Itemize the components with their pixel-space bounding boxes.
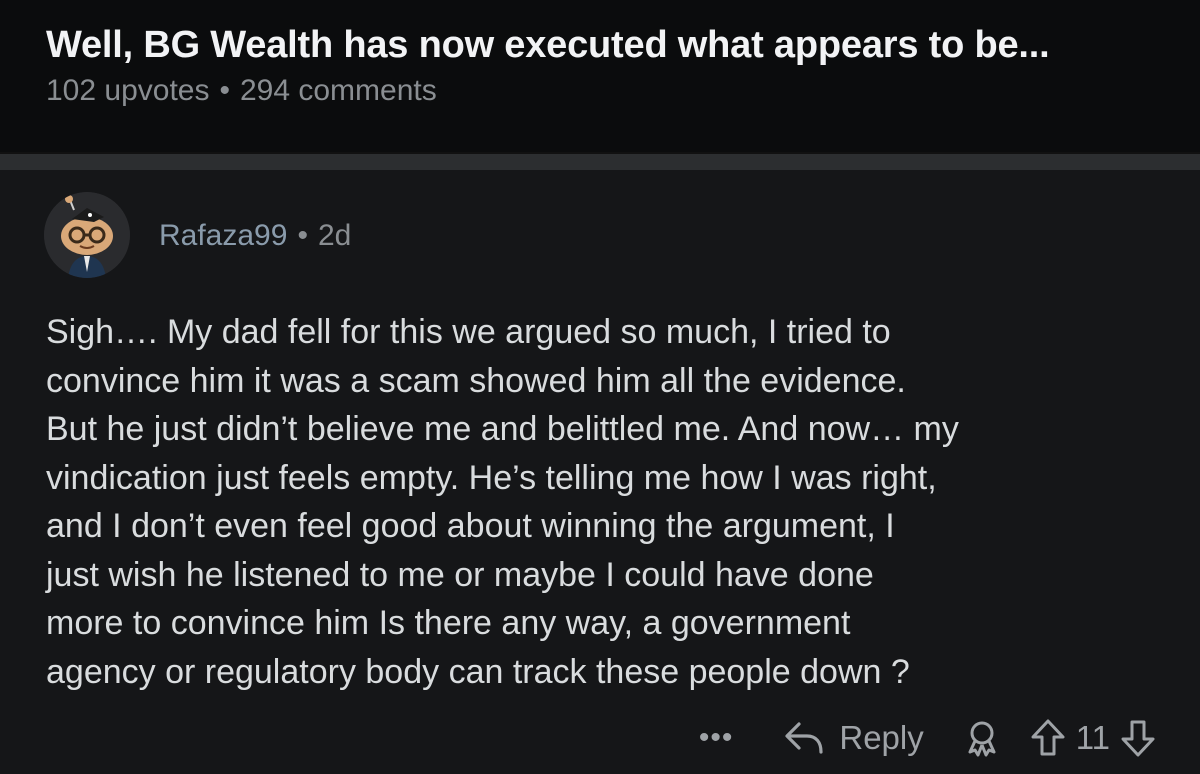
upvote-count: 102 upvotes bbox=[46, 74, 210, 107]
comment-line: more to convince him Is there any way, a… bbox=[46, 604, 851, 642]
reply-button[interactable]: Reply bbox=[783, 719, 924, 757]
comment-line: Sigh…. My dad fell for this we argued so… bbox=[46, 313, 891, 351]
comment-count: 294 comments bbox=[239, 74, 437, 107]
comment-line: and I don’t even feel good about winning… bbox=[46, 507, 895, 545]
section-divider bbox=[0, 152, 1200, 172]
comment-actions: ••• Reply 11 bbox=[699, 710, 1156, 766]
snoo-avatar-icon[interactable] bbox=[44, 192, 130, 278]
comment-line: But he just didn’t believe me and belitt… bbox=[46, 410, 959, 448]
comment-line: convince him it was a scam showed him al… bbox=[46, 361, 906, 400]
post-header[interactable]: Well, BG Wealth has now executed what ap… bbox=[0, 0, 1200, 152]
reply-label: Reply bbox=[839, 719, 924, 756]
comment-line: just wish he listened to me or maybe I c… bbox=[46, 555, 874, 594]
upvote-arrow-icon[interactable] bbox=[1030, 718, 1066, 758]
header-separator: • bbox=[297, 219, 308, 252]
downvote-arrow-icon[interactable] bbox=[1120, 718, 1156, 758]
comment-header: Rafaza99 • 2d bbox=[159, 219, 351, 253]
comment-age: 2d bbox=[317, 219, 352, 252]
comment-line: vindication just feels empty. He’s telli… bbox=[46, 458, 937, 497]
comment: Rafaza99 • 2d Sigh…. My dad fell for this … bbox=[0, 170, 1200, 774]
more-options-icon[interactable]: ••• bbox=[699, 721, 734, 755]
meta-separator: • bbox=[219, 74, 230, 107]
post-title[interactable]: Well, BG Wealth has now executed what ap… bbox=[46, 24, 1050, 67]
reply-arrow-icon bbox=[783, 720, 839, 756]
award-icon[interactable] bbox=[964, 719, 1000, 757]
vote-controls: 11 bbox=[1030, 718, 1156, 758]
post-meta: 102 upvotes • 294 comments bbox=[46, 74, 437, 108]
comment-body: Sigh…. My dad fell for this we argued so… bbox=[46, 308, 1176, 696]
comment-line: agency or regulatory body can track thes… bbox=[46, 652, 910, 691]
comment-author[interactable]: Rafaza99 bbox=[159, 219, 287, 252]
vote-score: 11 bbox=[1075, 719, 1110, 756]
